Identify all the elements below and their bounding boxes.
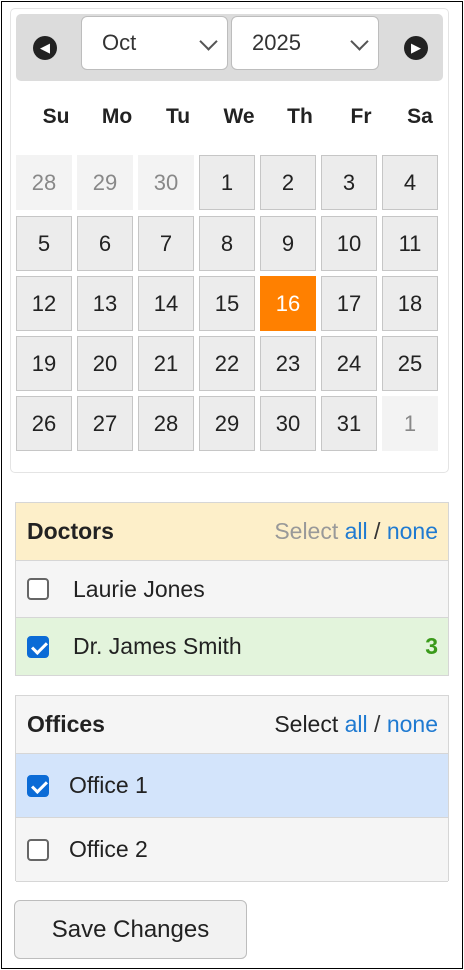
office-name: Office 1 [69,772,148,798]
doctor-checkbox[interactable] [27,635,49,658]
year-select-value: 2025 [252,30,301,55]
day-cell-other-month[interactable]: 1 [382,396,438,451]
doctors-select-links: Select all / none [274,518,438,545]
select-label: Select [274,711,339,737]
year-select[interactable]: 2025 [231,16,379,70]
day-grid: 28 29 30 1 2 3 4 5 6 7 8 9 10 11 12 13 14 15 16 17 18 19 20 21 2… [16,155,443,455]
prev-month-icon[interactable]: ◀ [33,36,57,60]
day-cell-other-month[interactable]: 30 [138,155,194,210]
offices-title: Offices [27,711,105,737]
doctor-name: Laurie Jones [73,575,205,602]
office-checkbox[interactable] [27,774,49,797]
doctors-panel: Doctors Select all / none Laurie Jones D… [15,502,449,676]
doctors-title: Doctors [27,518,114,544]
day-cell[interactable]: 12 [16,276,72,331]
office-name: Office 2 [69,836,148,862]
weekday-label: Mo [101,105,133,128]
doctors-header: Doctors Select all / none [16,503,448,561]
day-cell[interactable]: 19 [16,336,72,391]
select-none-offices-link[interactable]: none [387,711,438,737]
select-all-offices-link[interactable]: all [345,711,368,737]
month-select[interactable]: Oct [81,16,228,70]
day-cell[interactable]: 3 [321,155,377,210]
appointment-count-badge: 3 [425,633,438,659]
doctor-checkbox[interactable] [27,578,49,600]
weekday-label: Th [287,105,313,128]
day-cell[interactable]: 25 [382,336,438,391]
chevron-down-icon [350,32,369,51]
day-cell[interactable]: 29 [199,396,255,451]
offices-panel: Offices Select all / none Office 1 Offic… [15,695,449,882]
day-cell[interactable]: 7 [138,216,194,271]
day-cell[interactable]: 5 [16,216,72,271]
chevron-down-icon [199,32,218,51]
day-cell[interactable]: 10 [321,216,377,271]
office-row-office-1[interactable]: Office 1 [16,754,448,818]
day-cell[interactable]: 27 [77,396,133,451]
day-cell-other-month[interactable]: 29 [77,155,133,210]
doctor-row-james-smith[interactable]: Dr. James Smith 3 [16,618,448,675]
office-row-office-2[interactable]: Office 2 [16,818,448,882]
doctor-row-laurie-jones[interactable]: Laurie Jones [16,561,448,618]
day-cell[interactable]: 30 [260,396,316,451]
day-cell[interactable]: 22 [199,336,255,391]
day-cell[interactable]: 21 [138,336,194,391]
office-checkbox[interactable] [27,838,49,861]
month-select-value: Oct [102,30,137,55]
day-cell[interactable]: 13 [77,276,133,331]
weekday-label: Tu [165,105,191,128]
select-all-doctors-link[interactable]: all [345,518,368,544]
day-cell[interactable]: 20 [77,336,133,391]
offices-header: Offices Select all / none [16,696,448,754]
day-cell[interactable]: 17 [321,276,377,331]
weekday-label: We [223,105,255,128]
separator: / [374,518,381,544]
app-frame: ◀ Oct 2025 ▶ Su Mo Tu We Th Fr Sa 28 29 30… [1,1,463,969]
weekday-header: Su Mo Tu We Th Fr Sa [16,105,443,129]
day-cell[interactable]: 4 [382,155,438,210]
weekday-label: Fr [350,105,372,128]
day-cell[interactable]: 16 [260,276,316,331]
separator: / [374,711,381,737]
day-cell[interactable]: 23 [260,336,316,391]
day-cell[interactable]: 18 [382,276,438,331]
day-cell[interactable]: 15 [199,276,255,331]
offices-select-links: Select all / none [274,711,438,738]
select-label: Select [274,518,339,544]
day-cell[interactable]: 6 [77,216,133,271]
weekday-label: Sa [407,105,433,128]
next-month-icon[interactable]: ▶ [404,36,428,60]
day-cell[interactable]: 1 [199,155,255,210]
date-picker: ◀ Oct 2025 ▶ Su Mo Tu We Th Fr Sa 28 29 30… [10,8,449,473]
day-cell[interactable]: 9 [260,216,316,271]
day-cell[interactable]: 11 [382,216,438,271]
day-cell[interactable]: 31 [321,396,377,451]
date-picker-header: ◀ Oct 2025 ▶ [16,14,443,81]
save-changes-button[interactable]: Save Changes [14,900,247,959]
day-cell[interactable]: 28 [138,396,194,451]
doctor-name: Dr. James Smith [73,633,242,659]
day-cell-other-month[interactable]: 28 [16,155,72,210]
day-cell[interactable]: 26 [16,396,72,451]
day-cell[interactable]: 24 [321,336,377,391]
day-cell[interactable]: 14 [138,276,194,331]
select-none-doctors-link[interactable]: none [387,518,438,544]
day-cell[interactable]: 2 [260,155,316,210]
day-cell[interactable]: 8 [199,216,255,271]
weekday-label: Su [42,105,70,128]
